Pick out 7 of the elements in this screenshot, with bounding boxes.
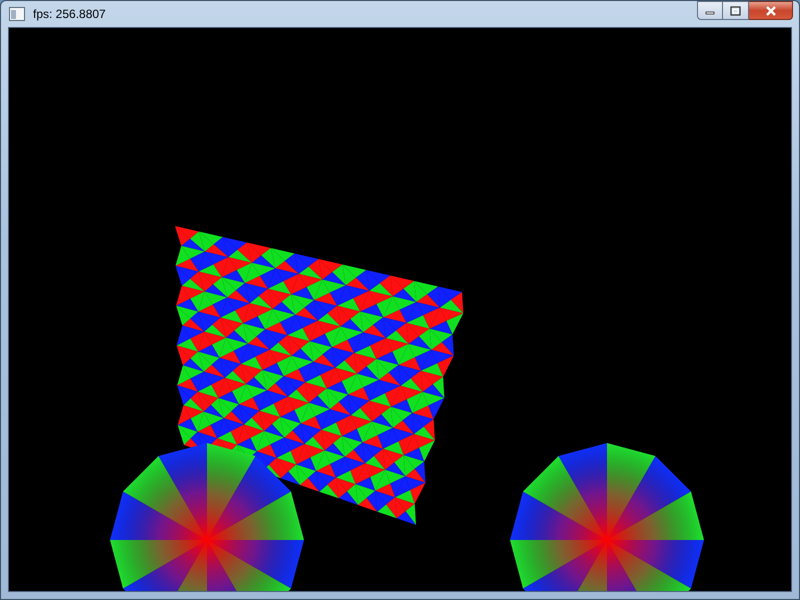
minimize-button[interactable] — [697, 1, 723, 20]
close-button[interactable] — [749, 1, 793, 20]
window-title: fps: 256.8807 — [33, 6, 106, 23]
app-icon — [9, 7, 25, 21]
maximize-button[interactable] — [723, 1, 749, 20]
close-icon — [764, 6, 776, 16]
maximize-icon — [730, 6, 741, 16]
